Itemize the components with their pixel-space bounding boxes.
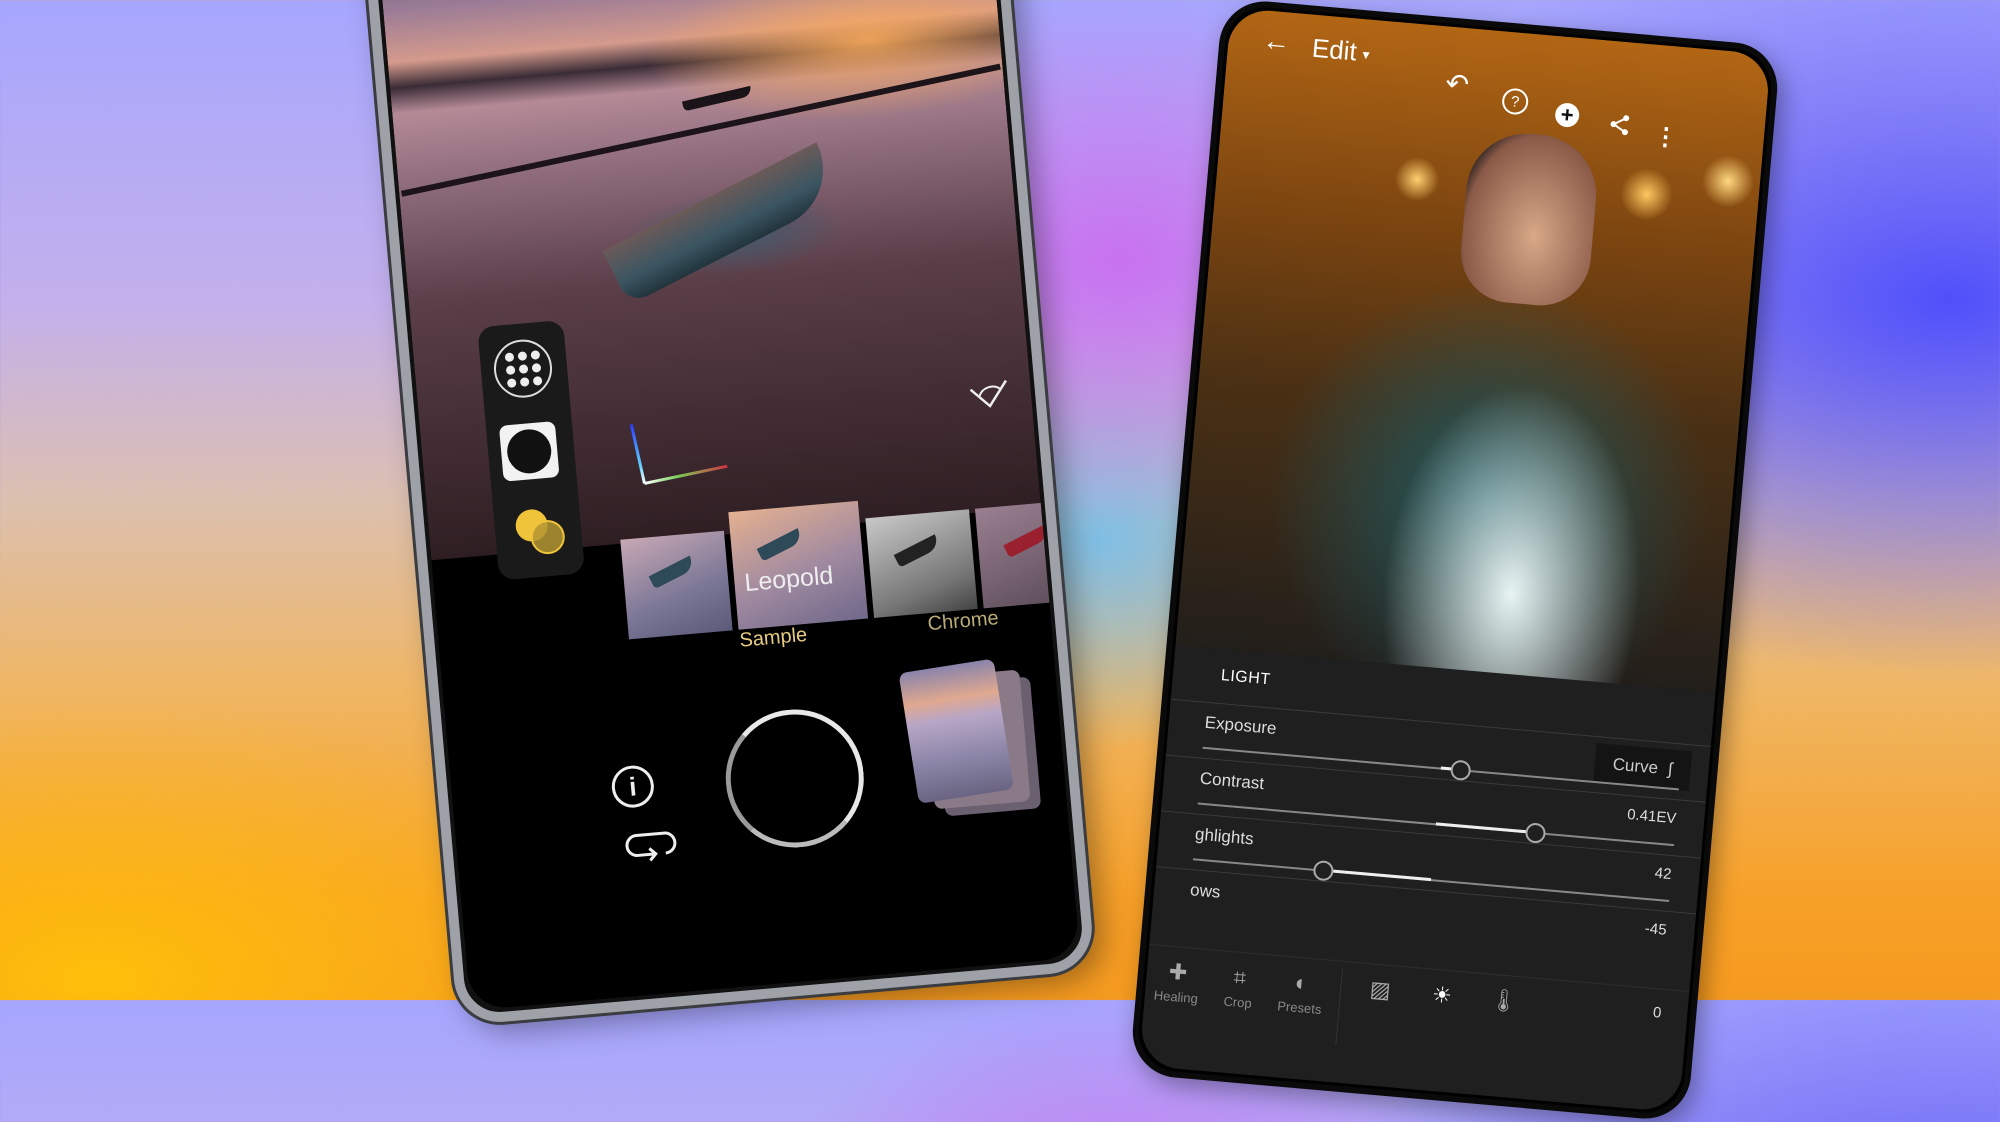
slider-knob[interactable] — [1449, 759, 1472, 782]
bandage-icon: ✚ — [1167, 958, 1189, 986]
editor-phone: ← Edit ▾ ↶ ? + ⋮ LIGHT Exposure Curve ∫ Co… — [1129, 0, 1781, 1122]
toolbar-divider — [1335, 967, 1344, 1046]
filter-thumb[interactable] — [865, 509, 978, 618]
tool-color[interactable]: 🌡 — [1467, 973, 1537, 1068]
camera-phone: Leopold Sample Chrome i — [360, 0, 1096, 1026]
rotate-angle-icon[interactable] — [966, 374, 1013, 412]
slider-knob[interactable] — [1313, 859, 1335, 882]
portrait-subject — [1456, 128, 1602, 310]
tab-chrome[interactable]: Chrome — [927, 607, 1000, 636]
slider-label: ows — [1189, 880, 1222, 902]
tool-light[interactable]: ☀ — [1405, 968, 1475, 1063]
gallery-stack[interactable] — [898, 658, 1046, 819]
shutter-button[interactable] — [720, 703, 870, 854]
tool-healing[interactable]: ✚ Healing — [1141, 945, 1211, 1040]
sun-icon: ☀ — [1431, 981, 1453, 1009]
slider-value: 42 — [1654, 864, 1673, 884]
presets-icon: ◐ — [1293, 969, 1310, 996]
slider-label: ghlights — [1194, 824, 1255, 849]
adjustment-panel: LIGHT Exposure Curve ∫ Contrast 0.41EV gh… — [1138, 644, 1716, 1113]
filter-thumb[interactable] — [620, 530, 733, 640]
filter-thumb[interactable] — [974, 499, 1081, 609]
circle-in-square-icon[interactable] — [498, 421, 560, 482]
help-icon[interactable]: ? — [1501, 87, 1530, 116]
undo-icon[interactable]: ↶ — [1444, 66, 1470, 101]
camera-screen: Leopold Sample Chrome i — [375, 0, 1081, 1011]
share-icon[interactable] — [1608, 113, 1632, 137]
histogram-indicator — [629, 424, 728, 485]
loop-icon[interactable] — [622, 826, 681, 865]
section-title: LIGHT — [1220, 667, 1272, 689]
tool-label: Healing — [1153, 987, 1199, 1007]
slider-fill — [1435, 822, 1537, 835]
more-options-icon[interactable]: ⋮ — [1653, 123, 1679, 152]
slider-label: Contrast — [1199, 768, 1265, 794]
curve-icon: ∫ — [1667, 759, 1674, 779]
tool-label: Crop — [1222, 993, 1253, 1011]
slider-value: 0.41EV — [1626, 806, 1678, 828]
tool-auto[interactable]: ▨ — [1344, 963, 1414, 1058]
gallery-thumbnail — [898, 658, 1014, 804]
edit-title: Edit — [1310, 32, 1359, 67]
crop-icon: ⌗ — [1232, 964, 1248, 991]
slider-knob[interactable] — [1525, 822, 1547, 844]
tool-label: Presets — [1276, 998, 1322, 1018]
info-button[interactable]: i — [610, 763, 656, 810]
slider-label: Exposure — [1204, 712, 1278, 739]
distant-boat — [681, 85, 753, 112]
thermometer-icon: 🌡 — [1488, 986, 1519, 1015]
tab-sample[interactable]: Sample — [739, 624, 809, 653]
lens-dots-icon[interactable] — [491, 337, 555, 401]
editor-toolbar: ✚ Healing ⌗ Crop ◐ Presets ▨ ☀ 🌡 — [1141, 943, 1690, 1082]
overlapping-circles-icon[interactable] — [506, 501, 569, 564]
editor-screen: ← Edit ▾ ↶ ? + ⋮ LIGHT Exposure Curve ∫ Co… — [1138, 7, 1772, 1113]
caret-down-icon: ▾ — [1361, 45, 1371, 63]
horizon-line — [400, 63, 1001, 197]
edit-mode-dropdown[interactable]: Edit ▾ — [1311, 33, 1371, 69]
slider-value: -45 — [1644, 919, 1668, 939]
toolbar-value: 0 — [1652, 1004, 1663, 1022]
tool-presets[interactable]: ◐ Presets — [1265, 956, 1335, 1051]
boat — [602, 142, 844, 305]
tool-crop[interactable]: ⌗ Crop — [1203, 950, 1273, 1045]
slider-fill — [1323, 868, 1432, 882]
curve-label: Curve — [1611, 754, 1659, 778]
back-arrow-icon[interactable]: ← — [1261, 24, 1292, 58]
